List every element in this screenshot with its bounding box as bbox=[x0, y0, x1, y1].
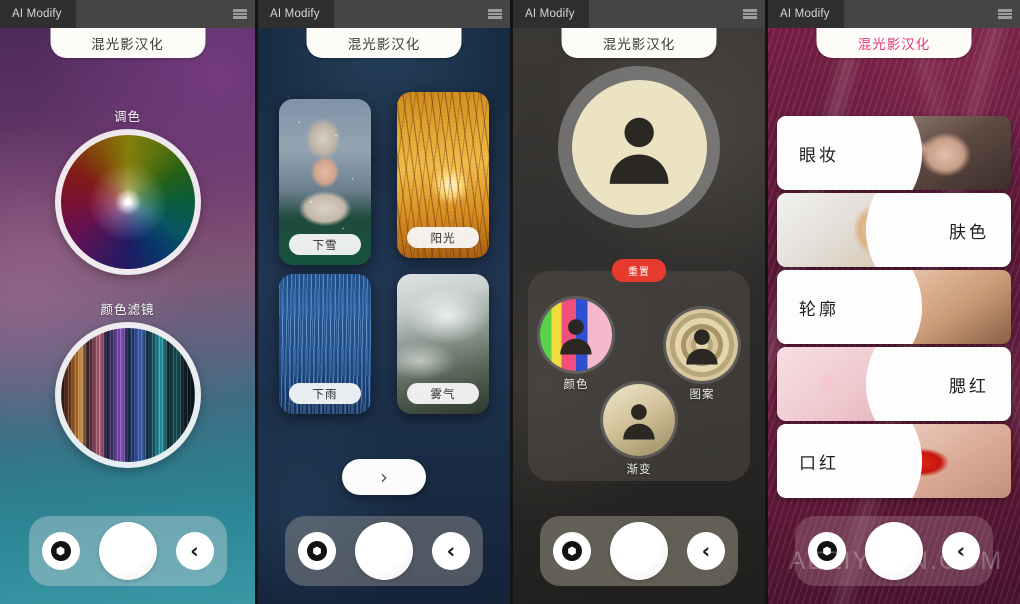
panel-color-tools: AI Modify 混光影汉化 调色 颜色滤镜 ‹ bbox=[0, 0, 255, 604]
hexagon-camera-icon bbox=[562, 541, 582, 561]
ring-pattern-thumbnail bbox=[666, 309, 738, 381]
hamburger-icon bbox=[488, 9, 502, 19]
person-icon bbox=[609, 117, 669, 184]
chevron-right-icon: › bbox=[380, 465, 388, 489]
window-tab-2[interactable]: AI Modify bbox=[258, 0, 334, 28]
window-tab-4[interactable]: AI Modify bbox=[768, 0, 844, 28]
makeup-item-skin[interactable]: 肤色 bbox=[777, 193, 1011, 267]
window-chrome-4: AI Modify bbox=[768, 0, 1020, 28]
camera-mode-button-2[interactable] bbox=[298, 532, 336, 570]
chevron-left-icon: ‹ bbox=[190, 538, 199, 563]
makeup-item-label: 肤色 bbox=[949, 222, 989, 242]
app-title-1: 混光影汉化 bbox=[50, 28, 205, 58]
makeup-item-contour[interactable]: 轮廓 bbox=[777, 270, 1011, 344]
style-option-label: 渐变 bbox=[626, 464, 652, 476]
screenshot-grid: AI Modify 混光影汉化 调色 颜色滤镜 ‹ AI Modify 混光影汉… bbox=[0, 0, 1020, 604]
camera-mode-button-3[interactable] bbox=[553, 532, 591, 570]
chrome-spacer-4 bbox=[844, 0, 990, 28]
window-menu-button-2[interactable] bbox=[480, 0, 510, 28]
window-tab-3[interactable]: AI Modify bbox=[513, 0, 589, 28]
phone-body-2: 混光影汉化 下雪 阳光 下雨 雾气 › ‹ bbox=[258, 28, 510, 604]
hexagon-camera-icon bbox=[307, 541, 327, 561]
window-chrome-2: AI Modify bbox=[258, 0, 510, 28]
panel-weather-effects: AI Modify 混光影汉化 下雪 阳光 下雨 雾气 › ‹ bbox=[255, 0, 510, 604]
back-button-4[interactable]: ‹ bbox=[942, 532, 980, 570]
makeup-item-lipstick[interactable]: 口红 bbox=[777, 424, 1011, 498]
hexagon-camera-icon bbox=[817, 541, 837, 561]
makeup-item-textplate: 腮红 bbox=[865, 347, 1011, 421]
window-menu-button-1[interactable] bbox=[225, 0, 255, 28]
back-button-1[interactable]: ‹ bbox=[175, 532, 214, 570]
makeup-item-eye[interactable]: 眼妆 bbox=[777, 116, 1011, 190]
bottom-toolbar-3: ‹ bbox=[540, 516, 738, 586]
hexagon-camera-icon bbox=[50, 541, 71, 561]
next-page-button[interactable]: › bbox=[342, 459, 426, 495]
makeup-item-blush[interactable]: 腮红 bbox=[777, 347, 1011, 421]
panel-avatar-style: AI Modify 混光影汉化 重置 颜色 图案 渐变 ‹ bbox=[510, 0, 765, 604]
window-tab-1[interactable]: AI Modify bbox=[0, 0, 76, 28]
panel-makeup-menu: AI Modify 混光影汉化 眼妆 肤色 轮廓 腮红 口红 ‹ AEZIYUA… bbox=[765, 0, 1020, 604]
hamburger-icon bbox=[998, 9, 1012, 19]
phone-body-1: 混光影汉化 调色 颜色滤镜 ‹ bbox=[0, 28, 255, 604]
phone-body-3: 混光影汉化 重置 颜色 图案 渐变 ‹ bbox=[513, 28, 765, 604]
effect-card-label: 阳光 bbox=[407, 227, 479, 248]
window-menu-button-4[interactable] bbox=[990, 0, 1020, 28]
app-title-2: 混光影汉化 bbox=[306, 28, 462, 58]
back-button-3[interactable]: ‹ bbox=[687, 532, 725, 570]
color-wheel-disc[interactable] bbox=[54, 129, 201, 275]
hamburger-icon bbox=[743, 9, 757, 19]
gradient-thumbnail bbox=[603, 384, 675, 456]
chrome-spacer-3 bbox=[589, 0, 735, 28]
avatar-preview[interactable] bbox=[558, 66, 720, 228]
avatar-inner bbox=[571, 79, 707, 215]
shutter-button-1[interactable] bbox=[98, 522, 157, 580]
effect-card-rain[interactable]: 下雨 bbox=[279, 274, 371, 414]
chevron-left-icon: ‹ bbox=[956, 538, 966, 563]
hamburger-icon bbox=[233, 9, 247, 19]
makeup-item-textplate: 肤色 bbox=[865, 193, 1011, 267]
color-stripes-thumbnail bbox=[540, 299, 612, 371]
color-wheel-center-dot bbox=[124, 198, 131, 206]
person-icon bbox=[686, 329, 718, 365]
chevron-left-icon: ‹ bbox=[701, 538, 711, 563]
person-icon bbox=[560, 319, 592, 355]
camera-mode-button-1[interactable] bbox=[41, 532, 80, 570]
effect-card-label: 雾气 bbox=[407, 383, 479, 404]
style-option-color[interactable]: 颜色 bbox=[538, 299, 614, 392]
style-option-gradient[interactable]: 渐变 bbox=[601, 384, 677, 477]
window-chrome-3: AI Modify bbox=[513, 0, 765, 28]
effect-card-snow[interactable]: 下雪 bbox=[279, 99, 371, 265]
camera-mode-button-4[interactable] bbox=[808, 532, 846, 570]
app-title-4: 混光影汉化 bbox=[816, 28, 972, 58]
color-wheel-icon bbox=[60, 135, 195, 269]
bottom-toolbar-2: ‹ bbox=[285, 516, 483, 586]
back-button-2[interactable]: ‹ bbox=[432, 532, 470, 570]
style-options-panel: 重置 颜色 图案 渐变 bbox=[528, 259, 750, 481]
effect-card-sunlight[interactable]: 阳光 bbox=[397, 92, 489, 258]
shutter-button-2[interactable] bbox=[355, 522, 413, 580]
chrome-spacer-1 bbox=[76, 0, 225, 28]
color-filter-icon bbox=[60, 328, 195, 462]
shutter-button-3[interactable] bbox=[610, 522, 668, 580]
effect-card-label: 下雨 bbox=[289, 383, 361, 404]
chrome-spacer-2 bbox=[334, 0, 480, 28]
section-label-filter: 颜色滤镜 bbox=[100, 303, 155, 317]
section-label-tone: 调色 bbox=[113, 110, 141, 124]
bottom-toolbar-4: ‹ bbox=[795, 516, 993, 586]
app-title-3: 混光影汉化 bbox=[561, 28, 717, 58]
window-chrome-1: AI Modify bbox=[0, 0, 255, 28]
person-icon bbox=[623, 404, 655, 440]
shutter-button-4[interactable] bbox=[865, 522, 923, 580]
phone-body-4: 混光影汉化 眼妆 肤色 轮廓 腮红 口红 ‹ AEZIYUAN.COM bbox=[768, 28, 1020, 604]
effect-card-fog[interactable]: 雾气 bbox=[397, 274, 489, 414]
reset-badge[interactable]: 重置 bbox=[612, 259, 666, 282]
bottom-toolbar-1: ‹ bbox=[28, 516, 227, 586]
effect-card-label: 下雪 bbox=[289, 234, 361, 255]
chevron-left-icon: ‹ bbox=[446, 538, 456, 563]
makeup-item-label: 腮红 bbox=[949, 376, 989, 396]
window-menu-button-3[interactable] bbox=[735, 0, 765, 28]
color-filter-disc[interactable] bbox=[54, 322, 201, 468]
